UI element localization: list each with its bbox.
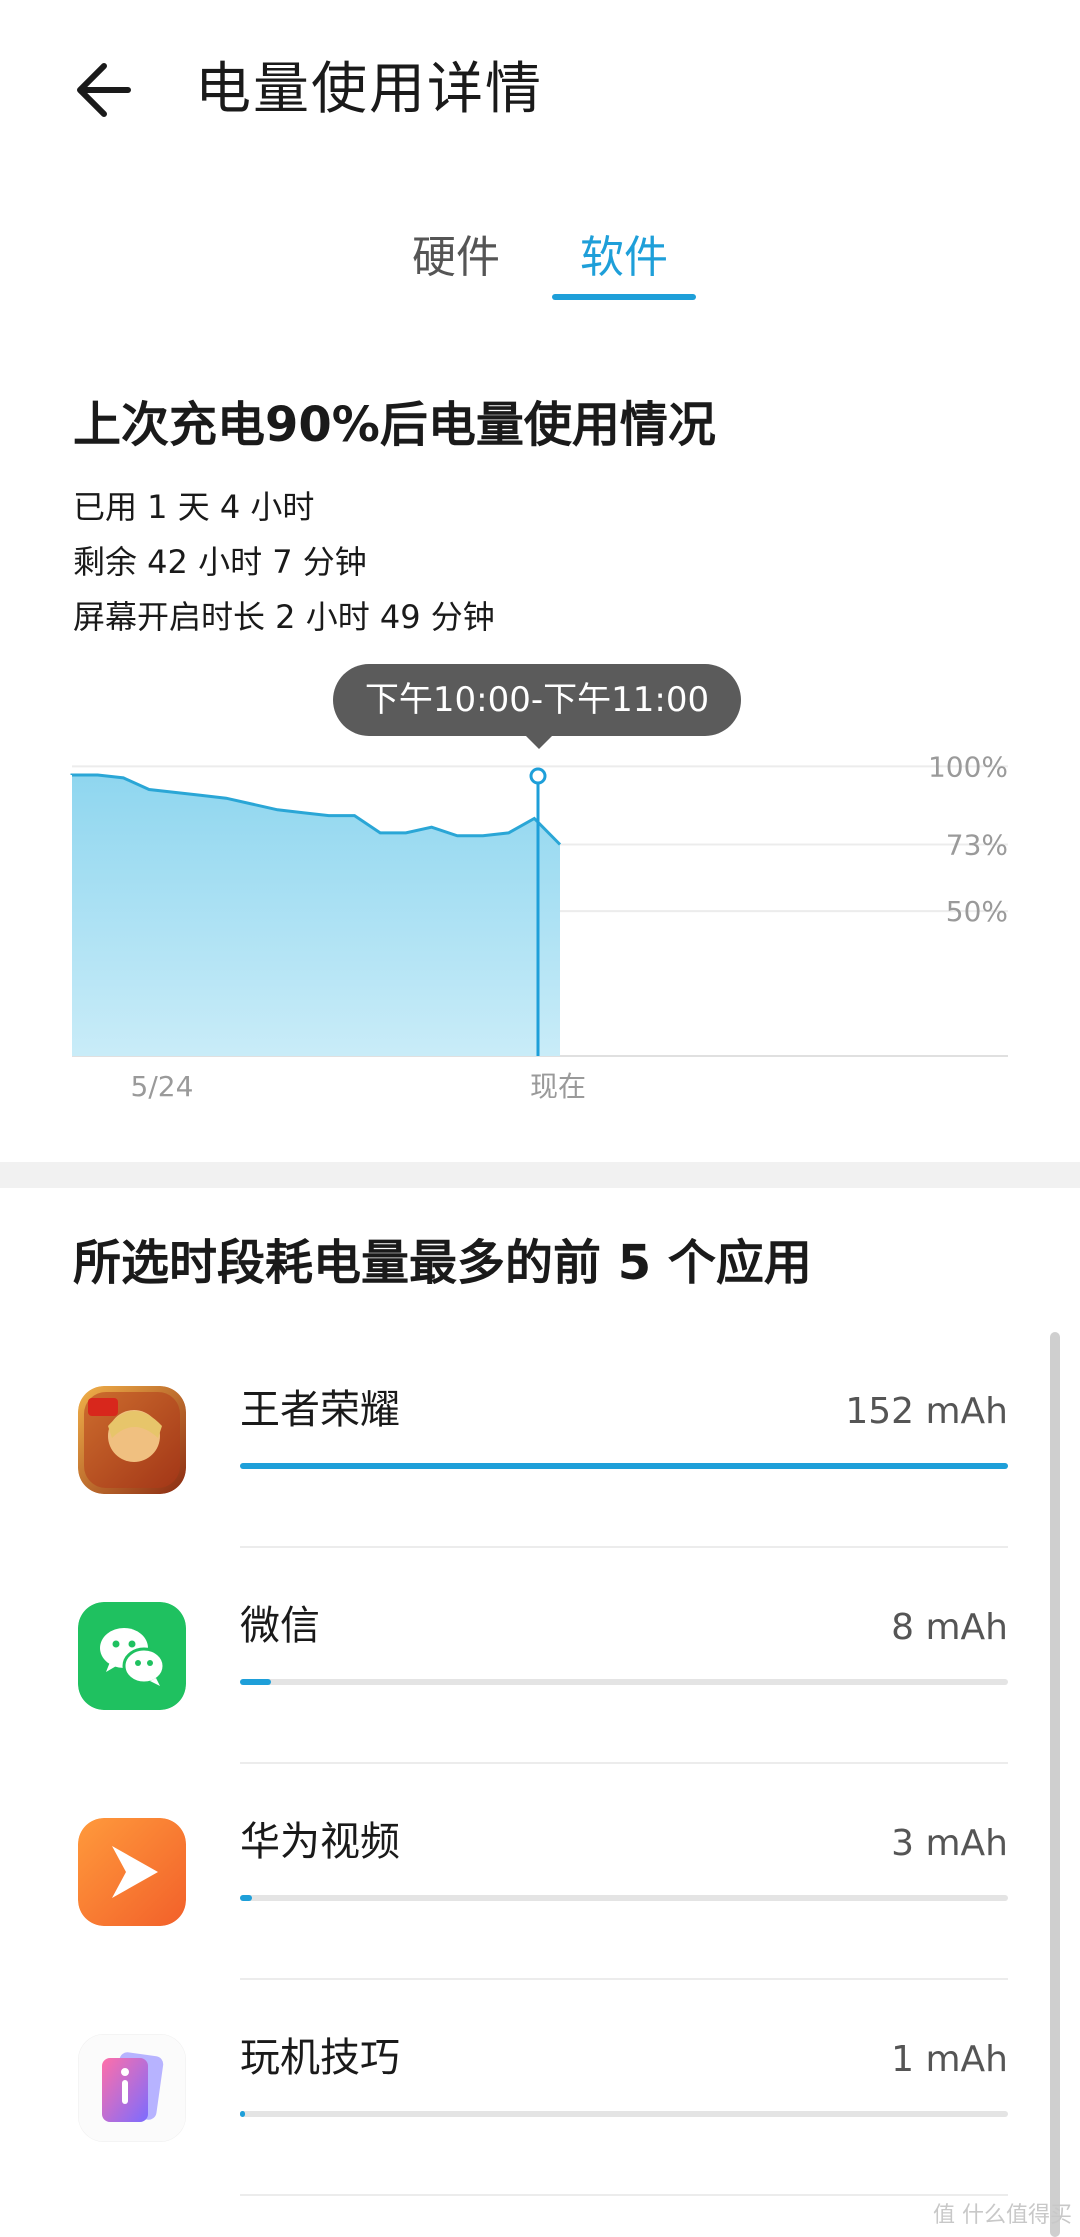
x-tick-label: 现在 bbox=[530, 1070, 586, 1103]
watermark: 值 什么值得买 bbox=[933, 2203, 1072, 2228]
x-tick-label: 5/24 bbox=[131, 1070, 194, 1103]
y-tick-label: 73% bbox=[946, 829, 1008, 862]
app-row-2[interactable]: 华为视频 3 mAh bbox=[0, 1782, 1080, 1998]
back-arrow-icon bbox=[77, 63, 131, 117]
app-row-1[interactable]: 微信 8 mAh bbox=[0, 1566, 1080, 1782]
tab-hardware[interactable]: 硬件 bbox=[412, 228, 500, 288]
usage-bar-fill bbox=[240, 1895, 252, 1901]
app-usage-value: 1 mAh bbox=[891, 2039, 1008, 2080]
usage-bar-fill bbox=[240, 1679, 271, 1685]
tab-software[interactable]: 软件 bbox=[580, 228, 668, 288]
selected-time-marker bbox=[529, 767, 547, 785]
app-name: 玩机技巧 bbox=[240, 2035, 400, 2081]
row-divider bbox=[240, 1978, 1008, 1980]
app-row-3[interactable]: 玩机技巧 1 mAh bbox=[0, 1998, 1080, 2214]
app-name: 华为视频 bbox=[240, 1819, 400, 1865]
honor-of-kings-icon bbox=[78, 1386, 186, 1494]
row-divider bbox=[240, 1762, 1008, 1764]
usage-bar-track bbox=[240, 2111, 1008, 2117]
app-name: 微信 bbox=[240, 1603, 320, 1649]
remaining-duration: 剩余 42 小时 7 分钟 bbox=[73, 543, 367, 581]
row-divider bbox=[240, 1546, 1008, 1548]
screen-on-duration: 屏幕开启时长 2 小时 49 分钟 bbox=[73, 598, 495, 636]
chart-tooltip: 下午10:00-下午11:00 bbox=[333, 664, 741, 736]
usage-bar-track bbox=[240, 1679, 1008, 1685]
y-tick-label: 50% bbox=[946, 895, 1008, 928]
used-duration: 已用 1 天 4 小时 bbox=[73, 488, 315, 526]
usage-bar-track bbox=[240, 1895, 1008, 1901]
huawei-video-icon bbox=[78, 1818, 186, 1926]
tips-icon bbox=[78, 2034, 186, 2142]
row-divider bbox=[240, 2194, 1008, 2196]
back-button[interactable] bbox=[70, 52, 150, 128]
top-apps-heading: 所选时段耗电量最多的前 5 个应用 bbox=[73, 1235, 812, 1291]
app-usage-value: 8 mAh bbox=[891, 1607, 1008, 1648]
app-row-0[interactable]: 王者荣耀 152 mAh bbox=[0, 1350, 1080, 1566]
section-divider bbox=[0, 1162, 1080, 1188]
usage-summary-heading: 上次充电90%后电量使用情况 bbox=[73, 397, 716, 453]
usage-bar-fill bbox=[240, 2111, 245, 2117]
battery-area-fill bbox=[72, 775, 560, 1056]
scrollbar[interactable] bbox=[1050, 1332, 1060, 2237]
usage-bar-track bbox=[240, 1463, 1008, 1469]
active-tab-indicator bbox=[552, 294, 696, 300]
app-usage-value: 3 mAh bbox=[891, 1823, 1008, 1864]
wechat-icon bbox=[78, 1602, 186, 1710]
usage-bar-fill bbox=[240, 1463, 1008, 1469]
y-tick-label: 100% bbox=[928, 750, 1008, 783]
app-name: 王者荣耀 bbox=[240, 1387, 400, 1433]
page-title: 电量使用详情 bbox=[195, 57, 543, 122]
app-usage-value: 152 mAh bbox=[845, 1391, 1008, 1432]
battery-level-chart[interactable]: 100% 73% 50% 5/24 现在 bbox=[0, 740, 1080, 1120]
